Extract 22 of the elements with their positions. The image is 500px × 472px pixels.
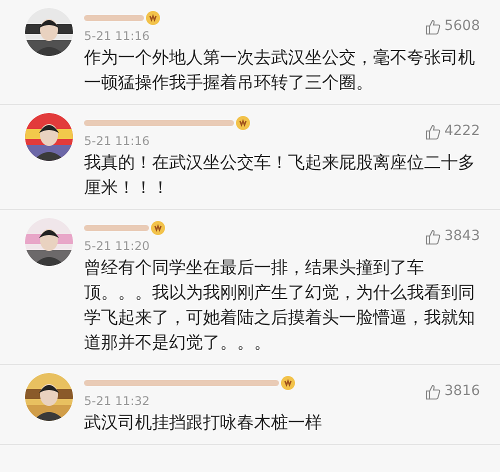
like-button[interactable]: 4222 <box>425 121 480 142</box>
thumbs-up-icon <box>425 228 442 244</box>
like-button[interactable]: 5608 <box>425 16 480 37</box>
thumbs-up-icon <box>425 18 442 34</box>
thumbs-up-icon <box>425 384 442 400</box>
badge-icon <box>146 11 160 25</box>
badge-icon <box>151 221 165 235</box>
redaction-mark <box>84 225 149 231</box>
badge-icon <box>281 376 295 390</box>
comment-text: 作为一个外地人第一次去武汉坐公交，毫不夸张司机一顿猛操作我手握着吊环转了三个圈。 <box>84 47 476 95</box>
comment-text: 武汉司机挂挡跟打咏春木桩一样 <box>84 412 323 435</box>
like-button[interactable]: 3843 <box>425 226 480 247</box>
comment-text: 曾经有个同学坐在最后一排，结果头撞到了车顶。。。我以为我刚刚产生了幻觉，为什么我看到同学飞起来了，可她着陆之后摸着头一脸懵逼，我就知道那并不是幻觉了。。。 <box>84 257 476 355</box>
redaction-mark <box>84 15 144 21</box>
comment-text: 我真的！在武汉坐公交车！飞起来屁股离座位二十多厘米！！！ <box>84 152 476 200</box>
comment-time: 5-21 11:16 <box>84 28 151 44</box>
thumbs-up-icon <box>425 124 442 140</box>
badge-icon <box>236 116 250 130</box>
comment-time: 5-21 11:20 <box>84 238 151 254</box>
like-button[interactable]: 3816 <box>425 381 480 402</box>
comment-time: 5-21 11:32 <box>84 393 151 409</box>
comment-time: 5-21 11:16 <box>84 133 151 149</box>
